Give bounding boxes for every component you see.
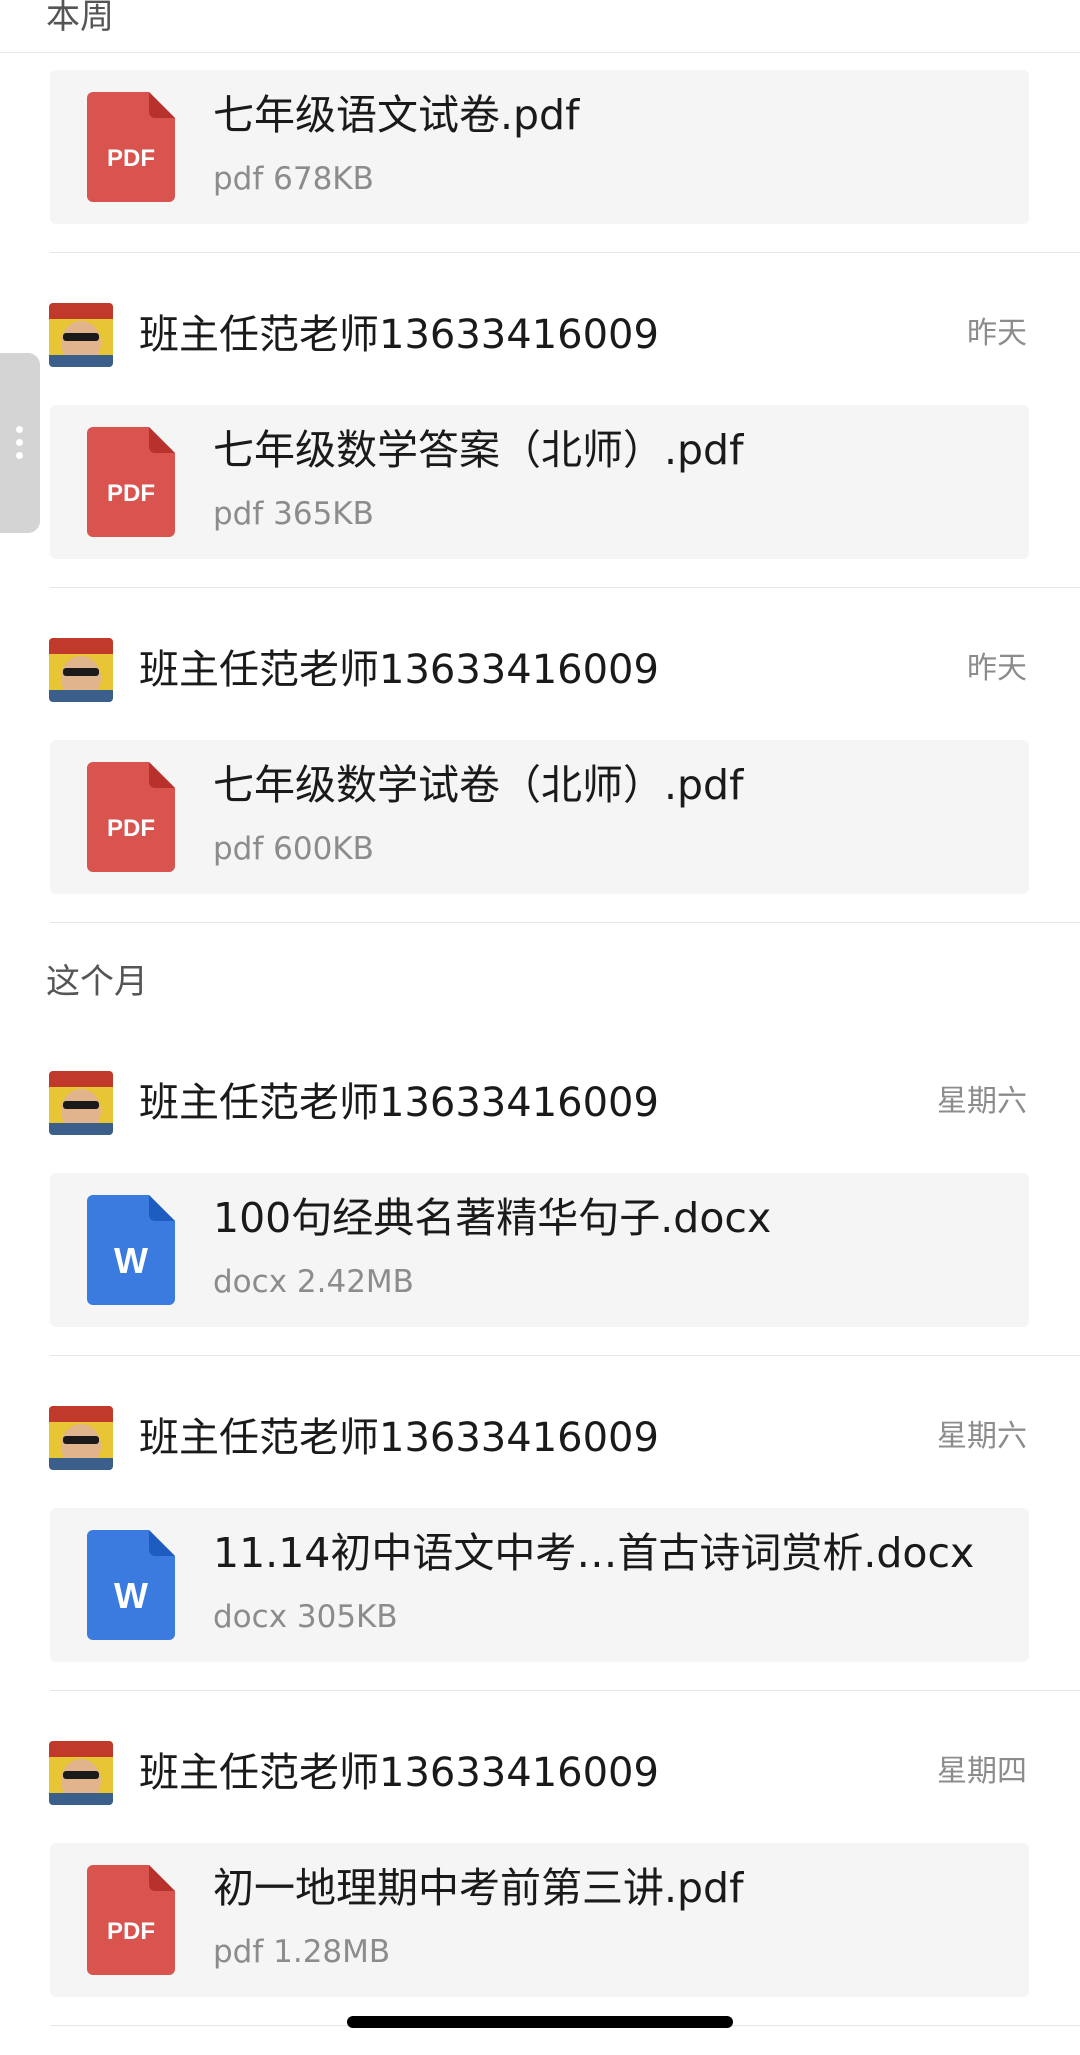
svg-text:W: W	[114, 1240, 148, 1281]
pdf-icon: PDF	[87, 92, 175, 202]
avatar[interactable]	[49, 1741, 113, 1805]
file-name: 七年级语文试卷.pdf	[213, 92, 580, 139]
svg-text:PDF: PDF	[107, 1918, 155, 1945]
file-name: 七年级数学答案（北师）.pdf	[213, 427, 744, 474]
file-card[interactable]: W 100句经典名著精华句子.docx docx 2.42MB	[50, 1173, 1029, 1327]
word-icon: W	[87, 1195, 175, 1305]
file-name: 七年级数学试卷（北师）.pdf	[213, 762, 744, 809]
word-icon: W	[87, 1530, 175, 1640]
divider	[0, 52, 1080, 53]
file-name: 100句经典名著精华句子.docx	[213, 1195, 772, 1242]
avatar[interactable]	[49, 638, 113, 702]
sender-row[interactable]: 班主任范老师13633416009 昨天	[0, 638, 1080, 708]
file-meta: docx 305KB	[213, 1599, 398, 1635]
svg-text:W: W	[114, 1575, 148, 1616]
divider	[50, 1355, 1080, 1356]
sender-row[interactable]: 班主任范老师13633416009 星期六	[0, 1071, 1080, 1141]
sender-row[interactable]: 班主任范老师13633416009 星期六	[0, 1406, 1080, 1476]
file-card[interactable]: PDF 初一地理期中考前第三讲.pdf pdf 1.28MB	[50, 1843, 1029, 1997]
avatar[interactable]	[49, 1071, 113, 1135]
sender-name: 班主任范老师13633416009	[139, 1080, 659, 1126]
avatar[interactable]	[49, 1406, 113, 1470]
file-name: 11.14初中语文中考…首古诗词赏析.docx	[213, 1530, 975, 1577]
file-card[interactable]: PDF 七年级语文试卷.pdf pdf 678KB	[50, 70, 1029, 224]
message-time: 星期四	[937, 1754, 1027, 1789]
file-history-page: 本周 PDF 七年级语文试卷.pdf pdf 678KB 班主任范老师13633…	[0, 0, 1080, 2055]
divider	[50, 922, 1080, 923]
sender-name: 班主任范老师13633416009	[139, 647, 659, 693]
divider	[50, 1690, 1080, 1691]
file-meta: pdf 600KB	[213, 831, 374, 867]
divider	[50, 252, 1080, 253]
home-indicator[interactable]	[347, 2016, 733, 2028]
file-card[interactable]: W 11.14初中语文中考…首古诗词赏析.docx docx 305KB	[50, 1508, 1029, 1662]
floating-side-handle[interactable]	[0, 353, 40, 533]
file-meta: docx 2.42MB	[213, 1264, 414, 1300]
message-time: 星期六	[937, 1084, 1027, 1119]
more-vertical-icon	[14, 426, 24, 462]
file-card[interactable]: PDF 七年级数学试卷（北师）.pdf pdf 600KB	[50, 740, 1029, 894]
message-time: 昨天	[967, 651, 1027, 686]
svg-text:PDF: PDF	[107, 145, 155, 172]
file-card[interactable]: PDF 七年级数学答案（北师）.pdf pdf 365KB	[50, 405, 1029, 559]
file-meta: pdf 365KB	[213, 496, 374, 532]
section-header-this-week: 本周	[46, 0, 114, 37]
svg-text:PDF: PDF	[107, 480, 155, 507]
file-name: 初一地理期中考前第三讲.pdf	[213, 1865, 744, 1912]
sender-row[interactable]: 班主任范老师13633416009 星期四	[0, 1741, 1080, 1811]
avatar[interactable]	[49, 303, 113, 367]
sender-row[interactable]: 班主任范老师13633416009 昨天	[0, 303, 1080, 373]
pdf-icon: PDF	[87, 762, 175, 872]
file-meta: pdf 1.28MB	[213, 1934, 391, 1970]
svg-text:PDF: PDF	[107, 815, 155, 842]
pdf-icon: PDF	[87, 1865, 175, 1975]
sender-name: 班主任范老师13633416009	[139, 1750, 659, 1796]
section-header-this-month: 这个月	[46, 962, 148, 1002]
sender-name: 班主任范老师13633416009	[139, 312, 659, 358]
sender-name: 班主任范老师13633416009	[139, 1415, 659, 1461]
file-meta: pdf 678KB	[213, 161, 374, 197]
message-time: 星期六	[937, 1419, 1027, 1454]
divider	[50, 587, 1080, 588]
pdf-icon: PDF	[87, 427, 175, 537]
message-time: 昨天	[967, 316, 1027, 351]
